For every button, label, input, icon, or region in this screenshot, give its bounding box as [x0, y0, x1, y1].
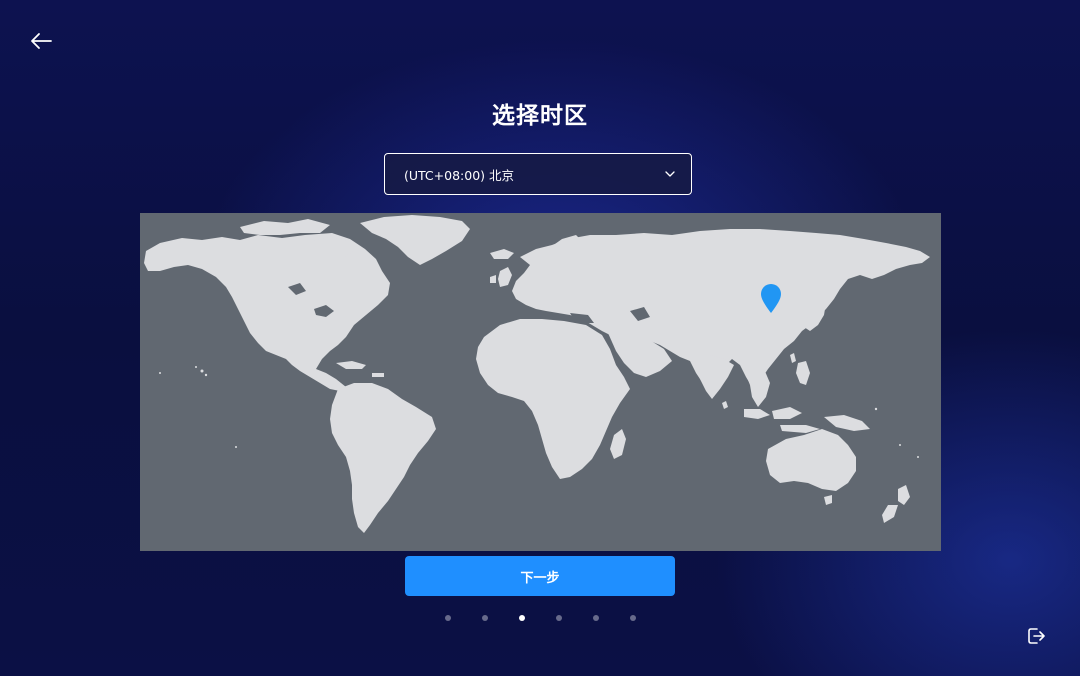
pager-dot	[518, 615, 525, 621]
landmass-australia	[766, 429, 856, 491]
pager-dot	[555, 615, 562, 621]
landmass-south-america	[330, 383, 436, 533]
pager-dot	[481, 615, 488, 621]
landmass-india	[694, 355, 734, 399]
chevron-down-icon	[665, 170, 677, 178]
logout-icon	[1028, 628, 1045, 644]
next-step-button[interactable]: 下一步	[405, 556, 675, 596]
world-map[interactable]	[140, 213, 941, 551]
world-map-graphic	[144, 215, 930, 533]
back-button[interactable]	[26, 28, 56, 54]
exit-button[interactable]	[1024, 624, 1048, 648]
landmass-uk	[498, 267, 512, 287]
pager-dot	[444, 615, 451, 621]
landmass-caribbean	[336, 361, 366, 369]
timezone-selected-value: (UTC+08:00) 北京	[404, 167, 515, 183]
timezone-select[interactable]: (UTC+08:00) 北京	[384, 153, 692, 195]
landmass-arctic-islands	[240, 219, 330, 235]
landmass-greenland	[360, 215, 470, 265]
landmass-madagascar	[610, 429, 626, 459]
pager-dot	[629, 615, 636, 621]
landmass-iceland	[490, 249, 514, 259]
arrow-left-icon	[31, 33, 52, 49]
landmass-philippines	[796, 361, 810, 385]
pager-dot	[592, 615, 599, 621]
landmass-indonesia	[744, 409, 770, 419]
landmass-new-zealand	[898, 485, 910, 505]
landmass-africa	[476, 319, 630, 479]
step-pager	[0, 614, 1080, 622]
page-title: 选择时区	[492, 103, 588, 129]
landmass-new-guinea	[824, 415, 870, 431]
